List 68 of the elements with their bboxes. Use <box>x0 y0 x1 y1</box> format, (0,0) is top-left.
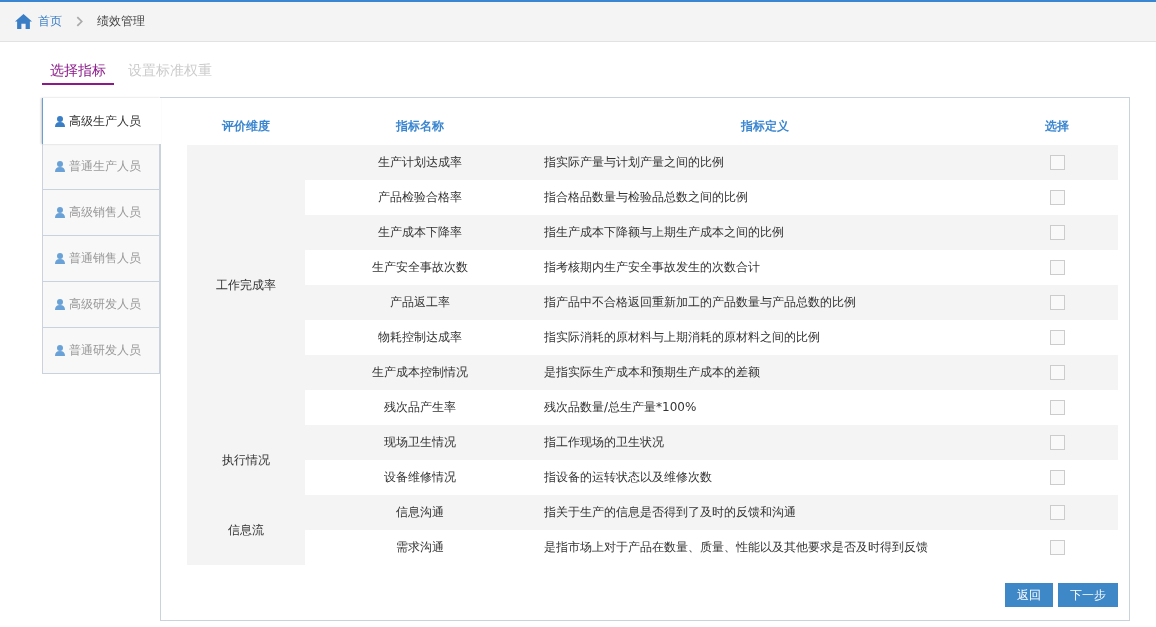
group-cell: 信息流 <box>228 522 264 537</box>
column-header: 指标定义 <box>741 119 789 133</box>
checkbox[interactable] <box>1049 155 1065 170</box>
indicator-definition: 是指实际生产成本和预期生产成本的差额 <box>544 365 760 379</box>
indicator-name: 现场卫生情况 <box>383 435 456 449</box>
sidebar-item-label: 普通销售人员 <box>69 250 141 267</box>
column-header: 评价维度 <box>222 119 270 133</box>
sidebar-item[interactable]: 普通研发人员 <box>42 328 160 374</box>
indicator-definition: 指关于生产的信息是否得到了及时的反馈和沟通 <box>544 505 796 519</box>
breadcrumb-current: 绩效管理 <box>97 13 145 30</box>
sidebar-item-label: 高级研发人员 <box>69 296 141 313</box>
indicator-definition: 残次品数量/总生产量*100% <box>544 400 697 414</box>
tab[interactable]: 选择指标 <box>42 62 114 85</box>
home-icon[interactable] <box>15 14 32 29</box>
indicator-definition: 指生产成本下降额与上期生产成本之间的比例 <box>544 225 784 239</box>
sidebar-item[interactable]: 高级生产人员 <box>42 98 161 144</box>
indicator-name: 生产安全事故次数 <box>371 260 468 274</box>
checkbox[interactable] <box>1049 400 1065 415</box>
sidebar-item-label: 高级生产人员 <box>69 112 141 130</box>
sidebar-item[interactable]: 普通销售人员 <box>42 236 160 282</box>
indicator-name: 信息沟通 <box>395 505 444 519</box>
home-link[interactable]: 首页 <box>38 13 62 30</box>
indicator-name: 生产成本下降率 <box>377 225 462 239</box>
action-button[interactable]: 下一步 <box>1058 583 1118 607</box>
action-button[interactable]: 返回 <box>1005 583 1053 607</box>
indicator-definition: 指实际产量与计划产量之间的比例 <box>544 155 724 169</box>
group-cell: 执行情况 <box>222 452 270 467</box>
sidebar-item-label: 高级销售人员 <box>69 204 141 221</box>
indicator-name: 生产成本控制情况 <box>371 365 468 379</box>
indicator-definition: 是指市场上对于产品在数量、质量、性能以及其他要求是否及时得到反馈 <box>544 540 928 554</box>
person-icon <box>55 115 65 127</box>
checkbox[interactable] <box>1049 225 1065 240</box>
indicator-definition: 指设备的运转状态以及维修次数 <box>544 470 712 484</box>
indicator-name: 产品检验合格率 <box>377 190 462 204</box>
sidebar-item[interactable]: 高级研发人员 <box>42 282 160 328</box>
column-header: 选择 <box>1045 119 1069 133</box>
indicator-name: 物耗控制达成率 <box>377 330 462 344</box>
checkbox[interactable] <box>1049 505 1065 520</box>
indicator-name: 产品返工率 <box>389 295 450 309</box>
checkbox[interactable] <box>1049 190 1065 205</box>
person-icon <box>55 161 65 172</box>
column-header: 指标名称 <box>395 119 444 133</box>
indicator-name: 生产计划达成率 <box>377 155 462 169</box>
indicator-definition: 指产品中不合格返回重新加工的产品数量与产品总数的比例 <box>544 295 856 309</box>
checkbox[interactable] <box>1049 435 1065 450</box>
sidebar-item-label: 普通生产人员 <box>69 158 141 175</box>
chevron-icon <box>76 16 83 27</box>
sidebar-item-label: 普通研发人员 <box>69 342 141 359</box>
group-cell: 工作完成率 <box>216 277 276 292</box>
checkbox[interactable] <box>1049 470 1065 485</box>
indicator-definition: 指考核期内生产安全事故发生的次数合计 <box>544 260 760 274</box>
checkbox[interactable] <box>1049 365 1065 380</box>
person-icon <box>55 345 65 356</box>
indicator-name: 设备维修情况 <box>383 470 456 484</box>
checkbox[interactable] <box>1049 540 1065 555</box>
indicator-definition: 指实际消耗的原材料与上期消耗的原材料之间的比例 <box>544 330 820 344</box>
indicator-name: 需求沟通 <box>395 540 444 554</box>
checkbox[interactable] <box>1049 260 1065 275</box>
person-icon <box>55 207 65 218</box>
indicator-name: 残次品产生率 <box>383 400 456 414</box>
sidebar-item[interactable]: 高级销售人员 <box>42 190 160 236</box>
checkbox[interactable] <box>1049 330 1065 345</box>
indicator-definition: 指合格品数量与检验品总数之间的比例 <box>544 190 748 204</box>
indicator-definition: 指工作现场的卫生状况 <box>544 435 664 449</box>
person-icon <box>55 299 65 310</box>
person-icon <box>55 253 65 264</box>
sidebar-item[interactable]: 普通生产人员 <box>42 144 160 190</box>
checkbox[interactable] <box>1049 295 1065 310</box>
